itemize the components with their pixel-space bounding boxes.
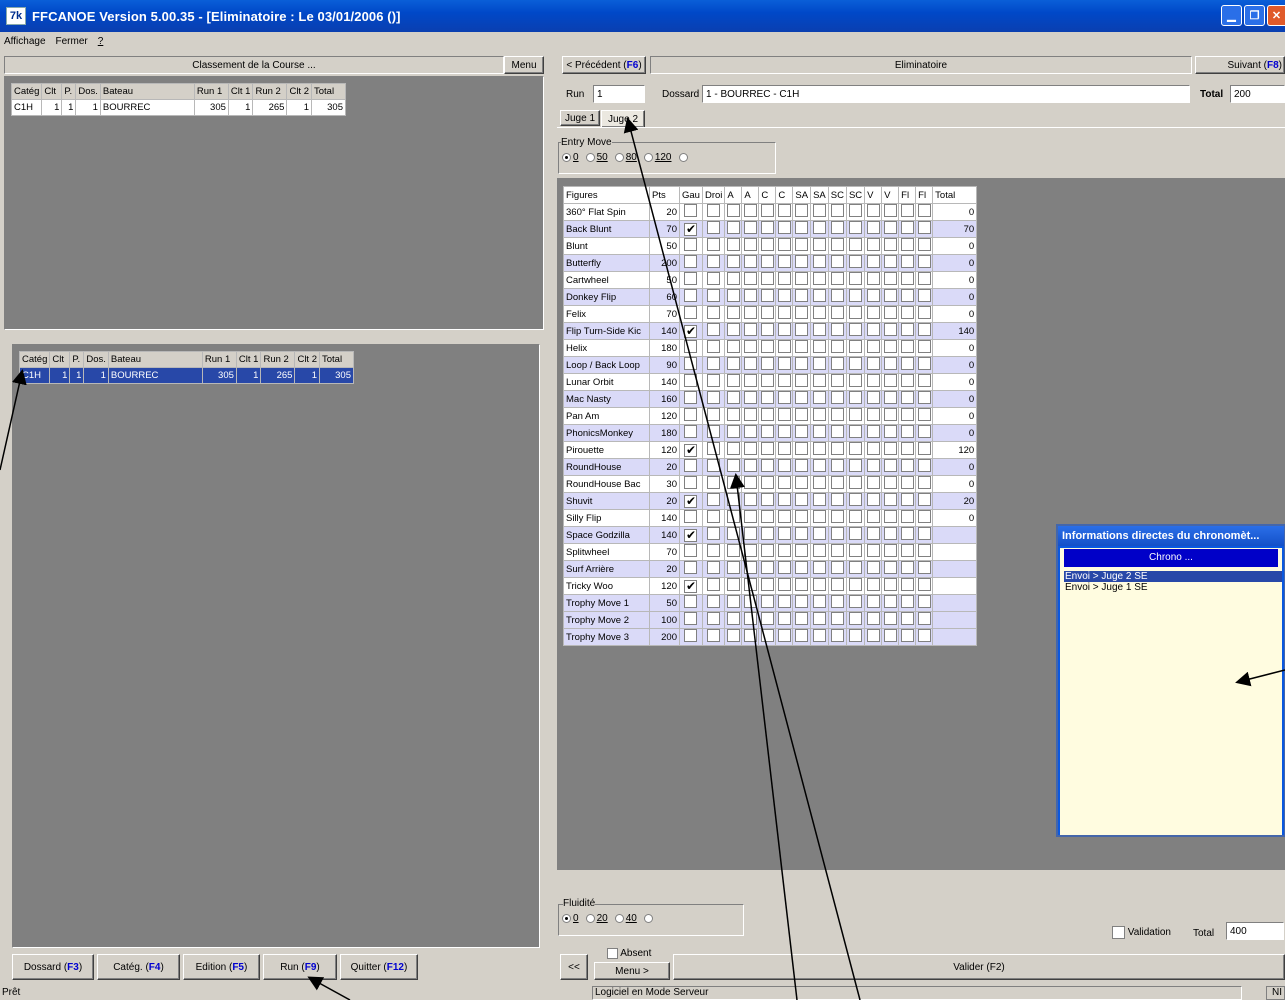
annotation-arrows [0, 117, 1285, 1000]
